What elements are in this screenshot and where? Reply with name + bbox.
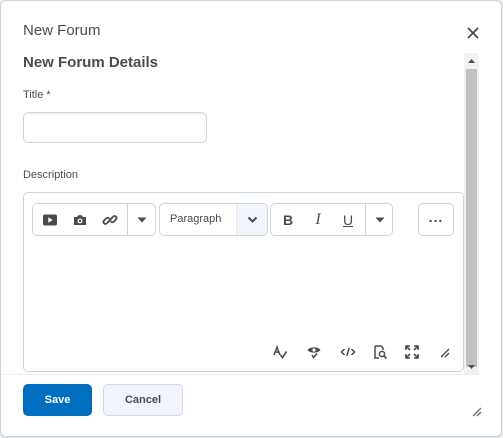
block-format-value: Paragraph	[170, 213, 222, 225]
more-options[interactable]: ...	[419, 204, 453, 235]
underline-icon: U	[342, 211, 354, 228]
source-code-icon	[340, 347, 356, 357]
ellipsis-icon: ...	[428, 208, 444, 225]
bold-icon: B	[282, 211, 294, 228]
title-input[interactable]	[23, 112, 207, 143]
fullscreen-icon	[405, 345, 419, 359]
spellcheck-icon	[273, 344, 288, 359]
block-format-dropdown[interactable]	[236, 204, 267, 235]
title-label: Title *	[23, 89, 51, 101]
section-title: New Forum Details	[23, 54, 159, 71]
underline-button[interactable]: U	[333, 204, 363, 235]
preview-icon	[374, 345, 388, 360]
editor-resize-icon	[440, 348, 450, 358]
dialog-title: New Forum	[23, 22, 101, 39]
resize-grip-icon	[472, 407, 482, 417]
format-more-dropdown[interactable]	[366, 204, 393, 235]
title-label-text: Title	[23, 89, 44, 101]
scrollbar-thumb[interactable]	[466, 69, 477, 367]
italic-icon: I	[315, 210, 321, 228]
caret-down-icon	[468, 364, 475, 369]
insert-link-button[interactable]	[95, 204, 125, 235]
block-format-select[interactable]: Paragraph	[159, 203, 268, 236]
link-icon	[102, 214, 118, 225]
bold-button[interactable]: B	[273, 204, 303, 235]
fullscreen-button[interactable]	[402, 342, 422, 362]
accessibility-check-button[interactable]	[304, 342, 324, 362]
insert-more-dropdown[interactable]	[128, 204, 156, 235]
scroll-down-arrow[interactable]	[464, 359, 479, 374]
new-forum-dialog: New Forum New Forum Details Title * Descr…	[0, 0, 502, 437]
video-icon	[43, 214, 57, 225]
camera-icon	[74, 214, 86, 225]
chevron-down-icon	[247, 216, 257, 223]
preview-button[interactable]	[370, 342, 390, 362]
description-editor: Paragraph B I U ...	[23, 192, 464, 372]
accessibility-check-icon	[307, 347, 321, 359]
close-button[interactable]	[465, 25, 481, 41]
save-button[interactable]: Save	[23, 384, 92, 416]
dialog-resize-handle[interactable]	[469, 404, 483, 418]
insert-toolbar-group	[32, 203, 156, 236]
source-code-button[interactable]	[338, 342, 358, 362]
cancel-button[interactable]: Cancel	[103, 384, 183, 416]
required-marker: *	[46, 89, 51, 101]
insert-video-button[interactable]	[35, 204, 65, 235]
italic-button[interactable]: I	[303, 204, 333, 235]
editor-resize-handle[interactable]	[434, 342, 454, 362]
caret-up-icon	[468, 58, 475, 63]
content-scrollbar[interactable]	[464, 53, 479, 374]
insert-image-button[interactable]	[65, 204, 95, 235]
close-icon[interactable]	[465, 25, 481, 41]
dialog-content: New Forum Details Title * Description Pa…	[1, 49, 481, 374]
chevron-down-icon	[137, 217, 147, 222]
scroll-up-arrow[interactable]	[464, 53, 479, 68]
format-toolbar-group: B I U	[270, 203, 393, 236]
description-label: Description	[23, 169, 79, 181]
chevron-down-icon	[375, 217, 384, 222]
more-options-button[interactable]: ...	[418, 203, 454, 236]
footer-divider	[1, 374, 481, 375]
editor-content-area[interactable]	[24, 245, 463, 335]
spellcheck-button[interactable]	[270, 342, 290, 362]
